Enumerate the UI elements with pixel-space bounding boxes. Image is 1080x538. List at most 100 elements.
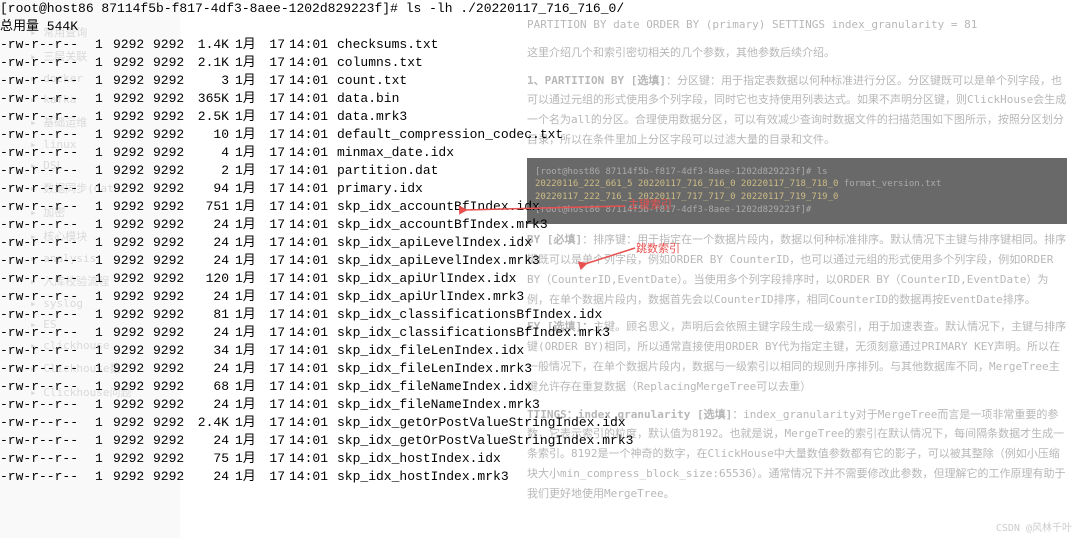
- time: 14:01: [289, 72, 337, 90]
- day: 17: [263, 270, 289, 288]
- filename: data.bin: [337, 90, 399, 108]
- owner: 9292: [113, 342, 153, 360]
- filename: skp_idx_apiUrlIndex.idx: [337, 270, 516, 288]
- command-text: ls -lh ./20220117_716_716_0/: [406, 0, 624, 18]
- links: 1: [95, 180, 113, 198]
- total-line: 总用量 544K: [0, 18, 700, 36]
- month: 1月: [235, 360, 263, 378]
- filename: default_compression_codec.txt: [337, 126, 563, 144]
- perm: -rw-r--r--: [0, 54, 95, 72]
- annotation-primary: 主键索引: [628, 196, 672, 212]
- owner: 9292: [113, 324, 153, 342]
- group: 9292: [153, 216, 193, 234]
- filename: skp_idx_fileLenIndex.idx: [337, 342, 524, 360]
- filename: columns.txt: [337, 54, 423, 72]
- links: 1: [95, 270, 113, 288]
- month: 1月: [235, 252, 263, 270]
- owner: 9292: [113, 72, 153, 90]
- filename: skp_idx_fileNameIndex.idx: [337, 378, 532, 396]
- group: 9292: [153, 72, 193, 90]
- owner: 9292: [113, 396, 153, 414]
- ls-row: -rw-r--r--1929292922.4K1月1714:01skp_idx_…: [0, 414, 700, 432]
- time: 14:01: [289, 378, 337, 396]
- owner: 9292: [113, 126, 153, 144]
- owner: 9292: [113, 180, 153, 198]
- day: 17: [263, 252, 289, 270]
- links: 1: [95, 342, 113, 360]
- day: 17: [263, 108, 289, 126]
- owner: 9292: [113, 90, 153, 108]
- day: 17: [263, 90, 289, 108]
- perm: -rw-r--r--: [0, 72, 95, 90]
- shell-prompt: [root@host86 87114f5b-f817-4df3-8aee-120…: [0, 0, 398, 18]
- ls-row: -rw-r--r--192929292241月1714:01skp_idx_fi…: [0, 396, 700, 414]
- perm: -rw-r--r--: [0, 180, 95, 198]
- month: 1月: [235, 342, 263, 360]
- group: 9292: [153, 378, 193, 396]
- owner: 9292: [113, 162, 153, 180]
- owner: 9292: [113, 432, 153, 450]
- day: 17: [263, 360, 289, 378]
- owner: 9292: [113, 198, 153, 216]
- links: 1: [95, 414, 113, 432]
- group: 9292: [153, 432, 193, 450]
- time: 14:01: [289, 162, 337, 180]
- month: 1月: [235, 198, 263, 216]
- terminal-output[interactable]: [root@host86 87114f5b-f817-4df3-8aee-120…: [0, 0, 700, 486]
- month: 1月: [235, 126, 263, 144]
- size: 34: [193, 342, 235, 360]
- day: 17: [263, 306, 289, 324]
- ls-row: -rw-r--r--192929292241月1714:01skp_idx_ho…: [0, 468, 700, 486]
- size: 365K: [193, 90, 235, 108]
- day: 17: [263, 126, 289, 144]
- perm: -rw-r--r--: [0, 198, 95, 216]
- owner: 9292: [113, 36, 153, 54]
- time: 14:01: [289, 234, 337, 252]
- size: 24: [193, 324, 235, 342]
- links: 1: [95, 108, 113, 126]
- filename: skp_idx_apiLevelIndex.mrk3: [337, 252, 540, 270]
- time: 14:01: [289, 216, 337, 234]
- perm: -rw-r--r--: [0, 126, 95, 144]
- day: 17: [263, 288, 289, 306]
- group: 9292: [153, 54, 193, 72]
- time: 14:01: [289, 288, 337, 306]
- time: 14:01: [289, 342, 337, 360]
- links: 1: [95, 396, 113, 414]
- filename: skp_idx_hostIndex.idx: [337, 450, 501, 468]
- month: 1月: [235, 396, 263, 414]
- month: 1月: [235, 216, 263, 234]
- prompt-line[interactable]: [root@host86 87114f5b-f817-4df3-8aee-120…: [0, 0, 700, 18]
- owner: 9292: [113, 288, 153, 306]
- ls-row: -rw-r--r--192929292241月1714:01skp_idx_ap…: [0, 234, 700, 252]
- time: 14:01: [289, 306, 337, 324]
- day: 17: [263, 234, 289, 252]
- owner: 9292: [113, 234, 153, 252]
- links: 1: [95, 306, 113, 324]
- group: 9292: [153, 198, 193, 216]
- filename: skp_idx_accountBfIndex.idx: [337, 198, 540, 216]
- ls-row: -rw-r--r--1929292922.5K1月1714:01data.mrk…: [0, 108, 700, 126]
- size: 81: [193, 306, 235, 324]
- day: 17: [263, 342, 289, 360]
- size: 10: [193, 126, 235, 144]
- time: 14:01: [289, 450, 337, 468]
- month: 1月: [235, 270, 263, 288]
- month: 1月: [235, 144, 263, 162]
- time: 14:01: [289, 414, 337, 432]
- perm: -rw-r--r--: [0, 288, 95, 306]
- day: 17: [263, 36, 289, 54]
- group: 9292: [153, 450, 193, 468]
- perm: -rw-r--r--: [0, 468, 95, 486]
- ls-row: -rw-r--r--192929292241月1714:01skp_idx_ap…: [0, 288, 700, 306]
- ls-row: -rw-r--r--192929292241月1714:01skp_idx_fi…: [0, 360, 700, 378]
- owner: 9292: [113, 54, 153, 72]
- group: 9292: [153, 126, 193, 144]
- perm: -rw-r--r--: [0, 360, 95, 378]
- group: 9292: [153, 144, 193, 162]
- ls-row: -rw-r--r--192929292751月1714:01skp_idx_ho…: [0, 450, 700, 468]
- watermark: CSDN @风林千叶: [996, 519, 1072, 534]
- size: 24: [193, 468, 235, 486]
- size: 2.4K: [193, 414, 235, 432]
- perm: -rw-r--r--: [0, 306, 95, 324]
